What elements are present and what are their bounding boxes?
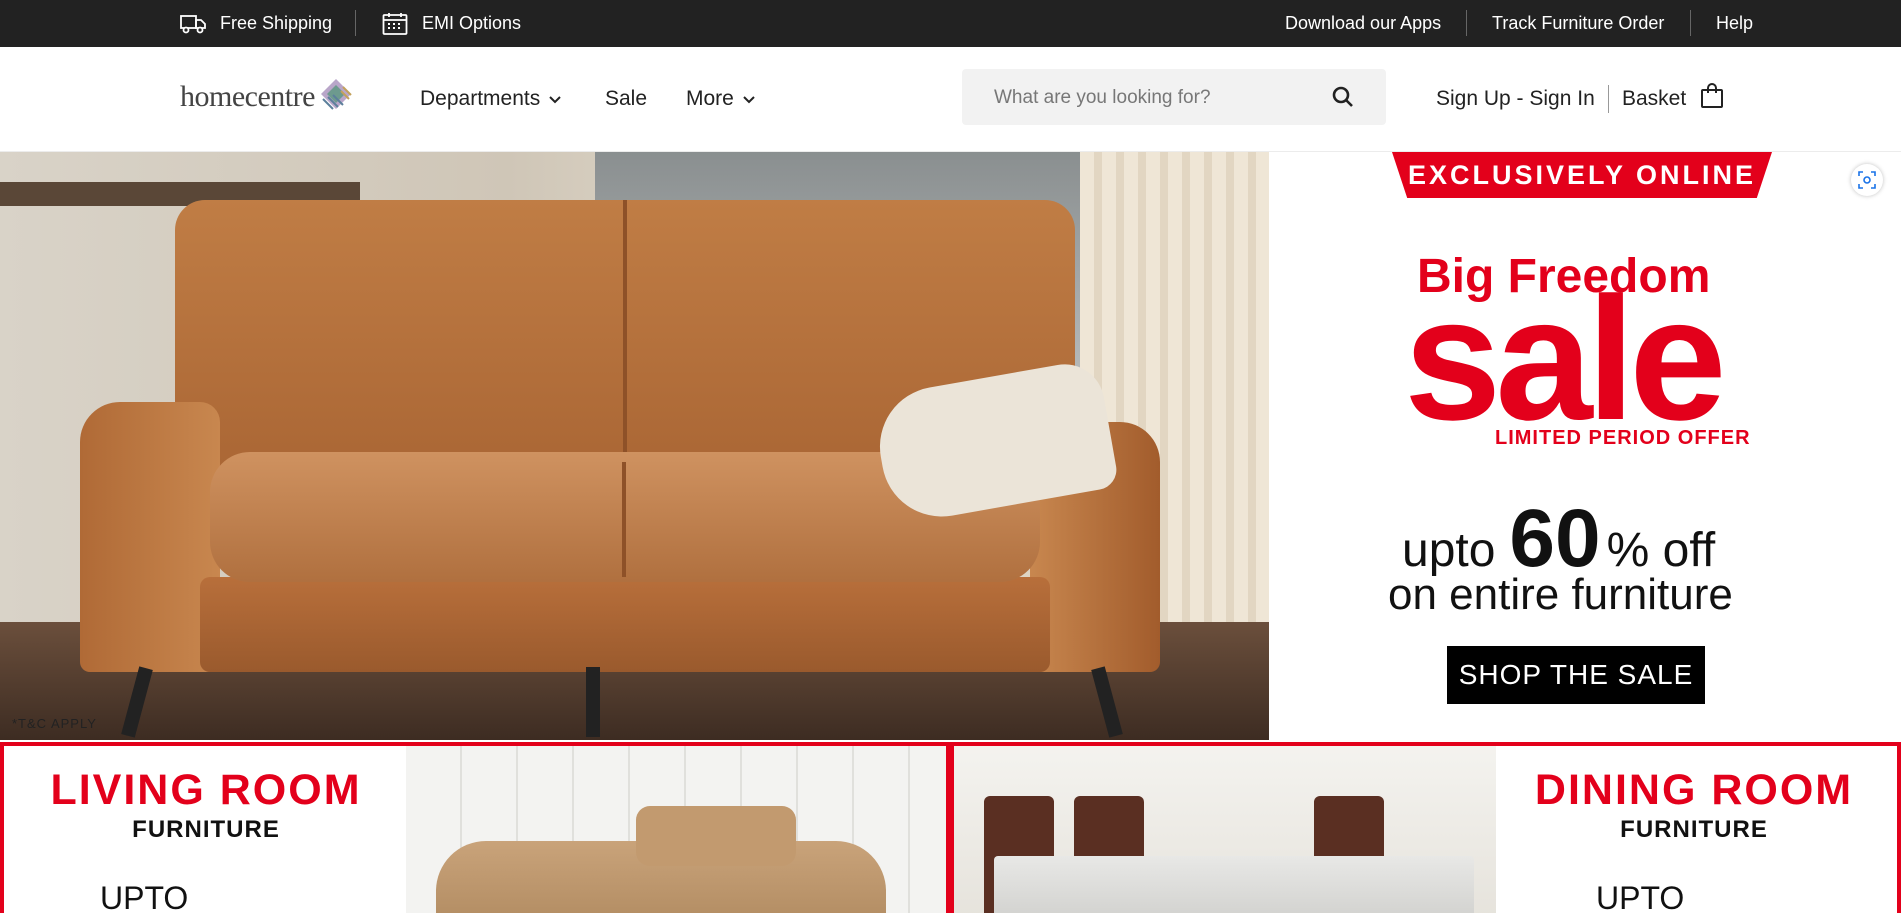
living-room-image: [406, 746, 946, 913]
living-room-subtitle: FURNITURE: [132, 816, 280, 843]
emi-options-link[interactable]: EMI Options: [382, 0, 521, 47]
shopping-bag-icon: [1700, 83, 1724, 115]
divider: [1690, 10, 1691, 36]
sign-in-label: Sign Up - Sign In: [1436, 87, 1595, 110]
divider: [1466, 10, 1467, 36]
dining-room-subtitle: FURNITURE: [1620, 816, 1768, 843]
track-order-label: Track Furniture Order: [1492, 13, 1665, 33]
free-shipping-link[interactable]: Free Shipping: [180, 0, 332, 47]
living-room-upto: UPTO: [100, 880, 189, 913]
homecentre-logo[interactable]: homecentre: [180, 77, 353, 116]
divider: [355, 10, 356, 36]
limited-offer-text: LIMITED PERIOD OFFER: [1495, 427, 1751, 449]
download-apps-label: Download our Apps: [1285, 13, 1442, 33]
basket-label: Basket: [1622, 87, 1687, 110]
nav-departments[interactable]: Departments: [420, 47, 562, 151]
main-header: homecentre Departments Sale More Sign Up…: [0, 47, 1901, 152]
free-shipping-label: Free Shipping: [220, 13, 333, 33]
terms-apply-text: *T&C APPLY: [12, 716, 97, 731]
truck-icon: [180, 13, 206, 35]
help-link[interactable]: Help: [1716, 0, 1753, 47]
dining-room-upto: UPTO: [1596, 880, 1685, 913]
chevron-down-icon: [742, 87, 756, 111]
logo-mark-icon: [319, 77, 353, 116]
download-apps-link[interactable]: Download our Apps: [1285, 0, 1441, 47]
logo-text: homecentre: [180, 79, 315, 113]
nav-departments-label: Departments: [420, 87, 541, 110]
sofa-leg: [586, 667, 600, 737]
search-icon[interactable]: [1332, 86, 1354, 113]
search-input[interactable]: [992, 69, 1326, 127]
exclusively-online-banner: EXCLUSIVELY ONLINE: [1392, 152, 1772, 198]
help-label: Help: [1716, 13, 1754, 33]
calendar-icon: [382, 12, 408, 36]
nav-sale[interactable]: Sale: [605, 47, 647, 151]
living-room-tile[interactable]: LIVING ROOM FURNITURE UPTO: [0, 742, 950, 913]
sale-promo-panel: EXCLUSIVELY ONLINE Big Freedom sale LIMI…: [1269, 152, 1901, 740]
dining-room-title: DINING ROOM: [1534, 766, 1854, 814]
visual-search-icon[interactable]: [1851, 164, 1883, 196]
search-bar: [962, 69, 1386, 127]
track-order-link[interactable]: Track Furniture Order: [1492, 0, 1664, 47]
basket-link[interactable]: Basket: [1622, 47, 1724, 151]
dining-room-image: [954, 746, 1496, 913]
entire-furniture-text: on entire furniture: [1388, 570, 1733, 619]
chevron-down-icon: [548, 87, 562, 111]
nav-more-label: More: [686, 87, 734, 110]
nav-sale-label: Sale: [605, 87, 648, 110]
living-room-title: LIVING ROOM: [50, 766, 362, 814]
divider: [1608, 85, 1609, 113]
sofa-base: [200, 577, 1050, 672]
sofa-arm-left: [80, 402, 220, 672]
shop-the-sale-button[interactable]: SHOP THE SALE: [1447, 646, 1705, 704]
top-utility-bar: Free Shipping EMI Options Download our A…: [0, 0, 1901, 47]
hero-sofa-image[interactable]: [0, 152, 1269, 740]
sale-word: sale: [1404, 262, 1727, 457]
dining-room-tile[interactable]: DINING ROOM FURNITURE UPTO: [950, 742, 1901, 913]
emi-options-label: EMI Options: [422, 13, 522, 33]
nav-more[interactable]: More: [686, 47, 756, 151]
sign-in-link[interactable]: Sign Up - Sign In: [1436, 47, 1595, 151]
